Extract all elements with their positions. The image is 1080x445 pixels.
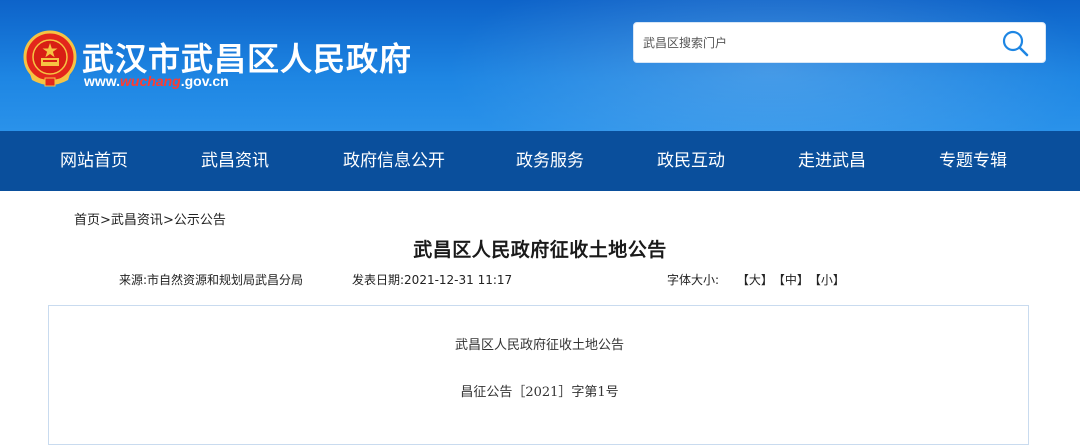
site-url-highlight: wuchang xyxy=(120,73,181,89)
search-box xyxy=(633,22,1046,63)
article-body-heading: 武昌区人民政府征收土地公告 xyxy=(454,338,624,353)
breadcrumb-home[interactable]: 首页 xyxy=(74,213,100,228)
nav-item-about-wuchang[interactable]: 走进武昌 xyxy=(770,131,894,191)
site-url: www.wuchang.gov.cn xyxy=(84,73,229,89)
font-size-medium-button[interactable]: 【中】 xyxy=(779,273,809,287)
breadcrumb: 首页>武昌资讯>公示公告 xyxy=(74,209,226,228)
nav-item-wuchang-news[interactable]: 武昌资讯 xyxy=(173,131,297,191)
breadcrumb-separator: > xyxy=(100,213,111,228)
article-doc-number: 昌征公告［2021］字第1号 xyxy=(460,385,619,400)
article-source: 来源:市自然资源和规划局武昌分局 xyxy=(119,273,304,287)
article-date: 发表日期:2021-12-31 11:17 xyxy=(352,273,513,287)
search-button[interactable] xyxy=(1001,29,1031,57)
nav-item-special-topics[interactable]: 专题专辑 xyxy=(911,131,1035,191)
nav-item-public-interaction[interactable]: 政民互动 xyxy=(629,131,753,191)
national-emblem-icon xyxy=(23,30,77,87)
article-content: 武昌区人民政府征收土地公告 昌征公告［2021］字第1号 xyxy=(48,305,1029,445)
font-size-label: 字体大小: xyxy=(667,273,720,287)
header-glow xyxy=(420,0,1080,131)
font-size-control: 字体大小: 【大】 【中】 【小】 xyxy=(667,271,845,288)
breadcrumb-wuchang-news[interactable]: 武昌资讯 xyxy=(111,213,163,228)
search-input[interactable] xyxy=(634,23,993,62)
nav-item-gov-info-disclosure[interactable]: 政府信息公开 xyxy=(328,131,460,191)
breadcrumb-separator: > xyxy=(162,213,174,228)
article-title: 武昌区人民政府征收土地公告 xyxy=(413,239,667,261)
nav-item-gov-services[interactable]: 政务服务 xyxy=(488,131,612,191)
breadcrumb-announcements[interactable]: 公示公告 xyxy=(174,213,226,228)
site-header: 武汉市武昌区人民政府 www.wuchang.gov.cn xyxy=(0,0,1080,131)
search-icon xyxy=(1002,30,1029,57)
site-url-prefix: www. xyxy=(84,73,121,89)
font-size-large-button[interactable]: 【大】 xyxy=(737,273,773,287)
font-size-small-button[interactable]: 【小】 xyxy=(815,273,845,287)
site-url-suffix: .gov.cn xyxy=(180,73,229,89)
nav-item-home[interactable]: 网站首页 xyxy=(32,131,156,191)
main-nav: 网站首页 武昌资讯 政府信息公开 政务服务 政民互动 走进武昌 专题专辑 xyxy=(0,131,1080,191)
